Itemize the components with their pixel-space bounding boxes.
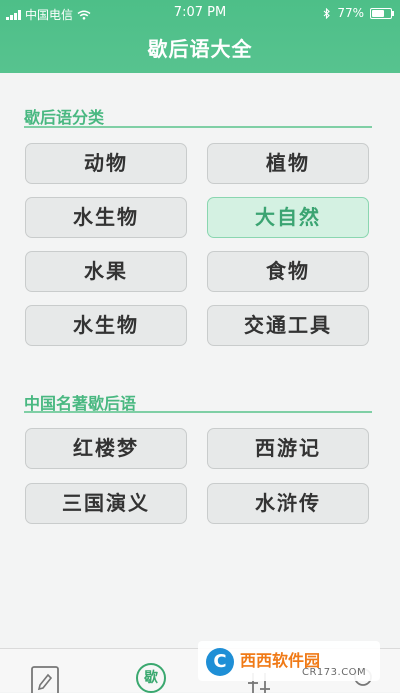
category-button-aquatic[interactable]: 水生物 [25, 197, 187, 238]
category-button-plants[interactable]: 植物 [207, 143, 369, 184]
page-title: 歇后语大全 [147, 37, 253, 61]
section-divider [24, 126, 372, 128]
classic-button-hongloumeng[interactable]: 红楼梦 [25, 428, 187, 469]
bluetooth-icon [323, 7, 331, 19]
classic-button-xiyouji[interactable]: 西游记 [207, 428, 369, 469]
app-header: 中国电信 7:07 PM 77% 歇后语大全 [0, 0, 400, 73]
category-button-aquatic-2[interactable]: 水生物 [25, 305, 187, 346]
category-button-animals[interactable]: 动物 [25, 143, 187, 184]
watermark: C 西西软件园 CR173.COM [198, 641, 380, 681]
category-button-food[interactable]: 食物 [207, 251, 369, 292]
status-right: 77% [323, 6, 394, 20]
category-button-fruit[interactable]: 水果 [25, 251, 187, 292]
section-divider [24, 411, 372, 413]
classic-button-shuihu[interactable]: 水浒传 [207, 483, 369, 524]
section-title-categories: 歇后语分类 [24, 108, 105, 127]
status-bar: 中国电信 7:07 PM 77% [0, 0, 400, 26]
category-button-nature[interactable]: 大自然 [207, 197, 369, 238]
xie-circle-icon: 歇 [144, 670, 158, 686]
battery-percent: 77% [337, 6, 364, 20]
watermark-subtext: CR173.COM [302, 667, 367, 678]
battery-fill [372, 9, 384, 17]
classic-button-sanguo[interactable]: 三国演义 [25, 483, 187, 524]
category-button-transport[interactable]: 交通工具 [207, 305, 369, 346]
edit-icon[interactable] [30, 665, 60, 693]
watermark-logo: C [206, 648, 234, 676]
tab-xie[interactable]: 歇 [136, 663, 166, 693]
battery-icon [370, 7, 394, 19]
